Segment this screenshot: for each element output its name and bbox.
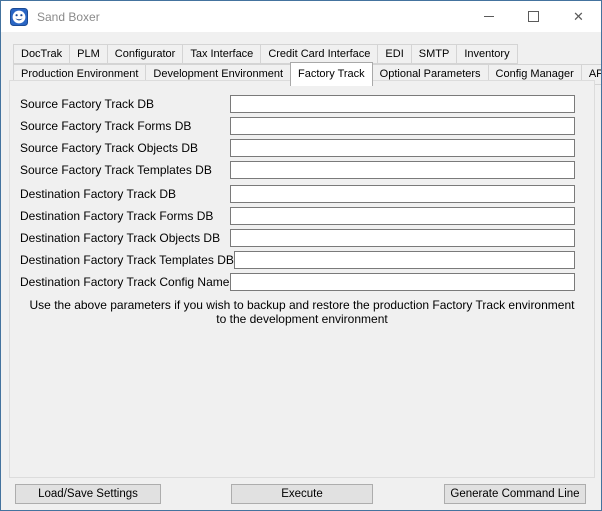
tab-doctrak[interactable]: DocTrak [13, 44, 70, 64]
field-row: Destination Factory Track Config Name [20, 273, 575, 291]
sand-boxer-window: Sand Boxer ✕ DocTrakPLMConfiguratorTax I… [0, 0, 602, 511]
field-label: Source Factory Track Forms DB [20, 119, 191, 133]
field-label: Destination Factory Track Config Name [20, 275, 229, 289]
field-label: Source Factory Track Objects DB [20, 141, 198, 155]
field-label: Destination Factory Track Objects DB [20, 231, 220, 245]
tab-configurator[interactable]: Configurator [107, 44, 184, 64]
tab-factory-track[interactable]: Factory Track [290, 62, 373, 86]
tab-control: DocTrakPLMConfiguratorTax InterfaceCredi… [9, 44, 595, 478]
field-label: Source Factory Track DB [20, 97, 154, 111]
source-factory-track-templates-db-input[interactable] [230, 161, 575, 179]
tab-edi[interactable]: EDI [377, 44, 411, 64]
field-label: Destination Factory Track DB [20, 187, 176, 201]
titlebar: Sand Boxer ✕ [1, 1, 601, 32]
window-controls: ✕ [466, 1, 601, 32]
field-label: Source Factory Track Templates DB [20, 163, 212, 177]
minimize-button[interactable] [466, 1, 511, 32]
field-row: Source Factory Track Objects DB [20, 139, 575, 157]
destination-factory-track-db-input[interactable] [230, 185, 575, 203]
field-row: Destination Factory Track DB [20, 185, 575, 203]
factory-track-form: Source Factory Track DB Source Factory T… [10, 81, 594, 291]
destination-factory-track-templates-db-input[interactable] [234, 251, 575, 269]
destination-factory-track-objects-db-input[interactable] [230, 229, 575, 247]
tab-plm[interactable]: PLM [69, 44, 108, 64]
generate-command-line-button[interactable]: Generate Command Line [444, 484, 586, 504]
factory-track-tab-page: Source Factory Track DB Source Factory T… [9, 80, 595, 478]
field-row: Source Factory Track Templates DB [20, 161, 575, 179]
source-factory-track-db-input[interactable] [230, 95, 575, 113]
maximize-button[interactable] [511, 1, 556, 32]
destination-factory-track-config-name-input[interactable] [230, 273, 575, 291]
close-button[interactable]: ✕ [556, 1, 601, 32]
field-row: Source Factory Track Forms DB [20, 117, 575, 135]
tab-inventory[interactable]: Inventory [456, 44, 517, 64]
field-row: Destination Factory Track Templates DB [20, 251, 575, 269]
maximize-icon [528, 11, 539, 22]
tab-row-1: DocTrakPLMConfiguratorTax InterfaceCredi… [9, 44, 595, 64]
close-icon: ✕ [573, 10, 584, 23]
execute-button[interactable]: Execute [231, 484, 373, 504]
source-factory-track-forms-db-input[interactable] [230, 117, 575, 135]
field-label: Destination Factory Track Templates DB [20, 253, 234, 267]
window-title: Sand Boxer [37, 10, 100, 24]
parameters-help-note: Use the above parameters if you wish to … [24, 298, 580, 326]
load-save-settings-button[interactable]: Load/Save Settings [15, 484, 161, 504]
smiley-app-icon [10, 8, 28, 26]
field-row: Source Factory Track DB [20, 95, 575, 113]
destination-factory-track-forms-db-input[interactable] [230, 207, 575, 225]
tab-credit-card-interface[interactable]: Credit Card Interface [260, 44, 378, 64]
field-row: Destination Factory Track Objects DB [20, 229, 575, 247]
tab-tax-interface[interactable]: Tax Interface [182, 44, 261, 64]
minimize-icon [484, 16, 494, 17]
field-row: Destination Factory Track Forms DB [20, 207, 575, 225]
field-label: Destination Factory Track Forms DB [20, 209, 213, 223]
tab-smtp[interactable]: SMTP [411, 44, 458, 64]
source-factory-track-objects-db-input[interactable] [230, 139, 575, 157]
